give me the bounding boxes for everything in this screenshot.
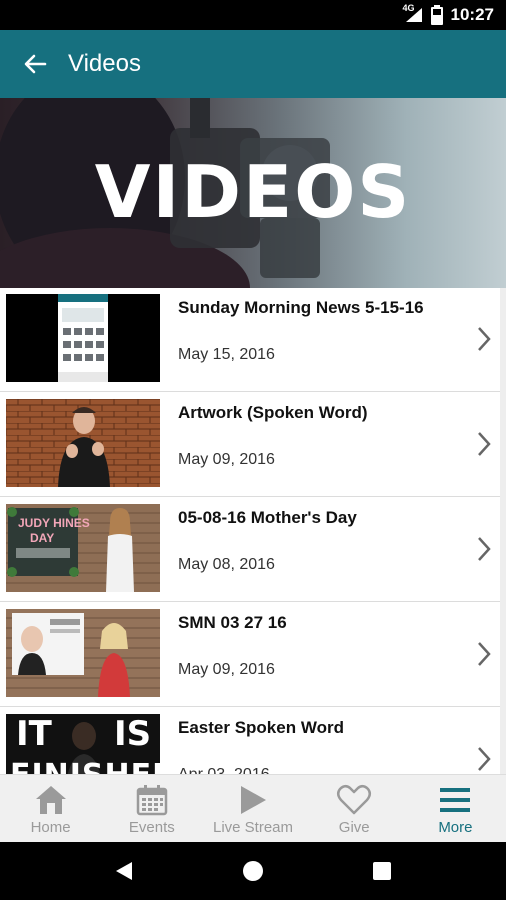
system-recents-button[interactable] — [362, 851, 402, 891]
calendar-icon — [136, 785, 168, 816]
video-thumbnail: JUDY HINES DAY — [6, 504, 160, 592]
square-recents-icon — [372, 862, 391, 880]
heart-icon — [337, 785, 372, 815]
video-item[interactable]: JUDY HINES DAY 05-08-16 Mother's Day May… — [0, 498, 500, 602]
video-item[interactable]: Artwork (Spoken Word) May 09, 2016 — [0, 393, 500, 497]
nav-live-stream[interactable]: Live Stream — [202, 775, 303, 842]
back-button[interactable] — [18, 47, 52, 81]
video-title: SMN 03 27 16 — [178, 613, 287, 632]
chevron-right-icon — [478, 327, 491, 351]
system-back-button[interactable] — [104, 851, 144, 891]
chevron-right-icon — [478, 642, 491, 666]
video-date: Apr 03, 2016 — [178, 766, 270, 774]
video-thumbnail — [6, 294, 160, 382]
menu-icon — [440, 788, 471, 812]
arrow-left-icon — [24, 54, 47, 74]
bottom-nav: Home Events Live Stream Give More — [0, 774, 506, 842]
signal-indicator: 4G — [403, 3, 423, 23]
chevron-right-icon — [478, 747, 491, 771]
video-item[interactable]: Sunday Morning News 5-15-16 May 15, 2016 — [0, 288, 500, 392]
video-thumbnail — [6, 399, 160, 487]
chevron-right-icon — [478, 432, 491, 456]
nav-label: More — [438, 819, 473, 836]
nav-label: Live Stream — [212, 819, 294, 836]
video-thumbnail — [6, 609, 160, 697]
clock: 10:27 — [450, 5, 494, 24]
video-list[interactable]: Sunday Morning News 5-15-16 May 15, 2016 — [0, 288, 506, 774]
video-title: 05-08-16 Mother's Day — [178, 508, 357, 527]
video-date: May 09, 2016 — [178, 661, 275, 678]
video-item[interactable]: SMN 03 27 16 May 09, 2016 — [0, 603, 500, 707]
nav-more[interactable]: More — [405, 775, 506, 842]
video-title: Easter Spoken Word — [178, 718, 344, 737]
nav-events[interactable]: Events — [101, 775, 202, 842]
battery-icon — [430, 5, 443, 25]
app-bar: Videos — [0, 30, 506, 98]
nav-give[interactable]: Give — [304, 775, 405, 842]
nav-label: Give — [338, 819, 370, 836]
chevron-right-icon — [478, 537, 491, 561]
video-date: May 15, 2016 — [178, 346, 275, 363]
video-date: May 08, 2016 — [178, 556, 275, 573]
thumbnail-text: FINISHED — [10, 758, 160, 774]
video-item[interactable]: IT IS FINISHED Easter Spoken Word Apr 03… — [0, 708, 500, 774]
video-title: Sunday Morning News 5-15-16 — [178, 298, 424, 317]
home-icon — [35, 786, 66, 814]
page-title: Videos — [68, 50, 141, 77]
status-bar: 4G 10:27 — [0, 0, 506, 30]
thumbnail-text: IS — [114, 714, 152, 754]
play-icon — [241, 786, 266, 814]
video-thumbnail: IT IS FINISHED — [6, 714, 160, 774]
hero-title: VIDEOS — [94, 150, 412, 234]
thumbnail-text: DAY — [30, 531, 55, 545]
video-date: May 09, 2016 — [178, 451, 275, 468]
thumbnail-text: IT — [16, 714, 52, 754]
circle-home-icon — [242, 861, 263, 881]
system-home-button[interactable] — [233, 851, 273, 891]
thumbnail-text: JUDY HINES — [18, 516, 90, 530]
video-title: Artwork (Spoken Word) — [178, 403, 368, 422]
nav-label: Home — [30, 819, 71, 836]
triangle-back-icon — [116, 862, 133, 880]
nav-home[interactable]: Home — [0, 775, 101, 842]
system-nav-bar — [0, 842, 506, 900]
network-type: 4G — [402, 3, 415, 13]
list-scroll-edge — [500, 288, 506, 774]
nav-label: Events — [128, 819, 175, 836]
hero-banner: VIDEOS — [0, 98, 506, 288]
